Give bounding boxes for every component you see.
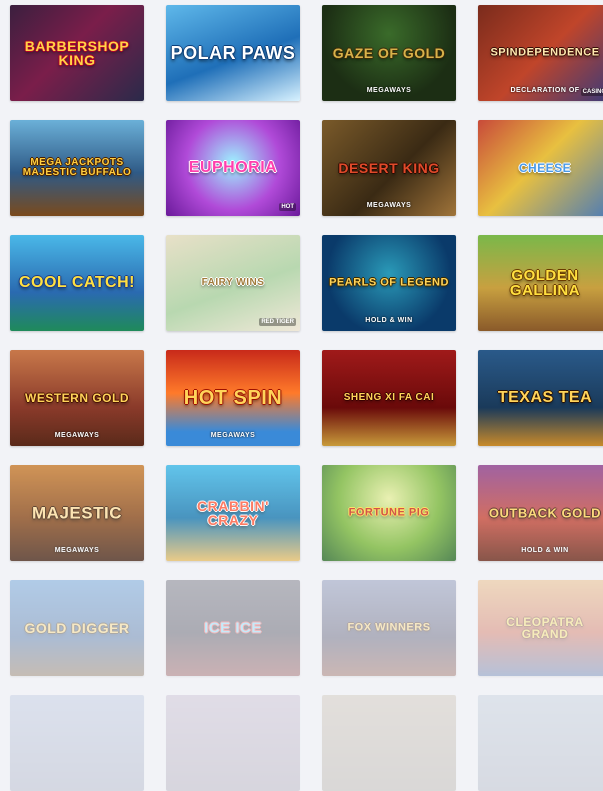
game-title: Sheng Xi Fa Cai <box>343 392 435 403</box>
game-tile-ice-ice[interactable]: Ice Ice <box>166 580 300 676</box>
game-thumbnail <box>10 695 144 791</box>
game-tile-gaze-of-gold[interactable]: Gaze of Gold MegaWays <box>322 5 456 101</box>
game-title: Hot Spin <box>183 387 283 409</box>
game-tile-fairy-wins[interactable]: Fairy Wins Red Tiger <box>166 235 300 331</box>
game-title: Polar Paws <box>170 43 296 63</box>
game-title: Euphoria <box>188 159 278 176</box>
game-thumbnail <box>478 695 603 791</box>
game-title: Cleopatra Grand <box>506 615 584 641</box>
game-tile-golden-gallina[interactable]: Golden Gallina <box>478 235 603 331</box>
game-title: Desert King <box>338 160 440 176</box>
game-tile-fox-wins[interactable]: Fox Winners <box>322 580 456 676</box>
game-subtitle: MegaWays <box>366 202 412 209</box>
provider-badge: Red Tiger <box>259 318 296 326</box>
game-grid: Barbershop King Polar Paws Gaze of Gold Meg… <box>10 5 603 791</box>
game-title: Texas Tea <box>497 389 593 406</box>
game-tile-pearls-of-legend[interactable]: Pearls of Legend Hold & Win <box>322 235 456 331</box>
game-tile-tarzan-king[interactable]: Desert King MegaWays <box>322 120 456 216</box>
game-title: Ice Ice <box>204 619 262 637</box>
game-subtitle: MegaWays <box>210 432 256 439</box>
provider-badge: Hot <box>279 203 296 211</box>
game-tile-row7-a[interactable] <box>10 695 144 791</box>
game-title: Gold Digger <box>24 620 130 636</box>
game-thumbnail <box>166 695 300 791</box>
game-title: Cool Catch! <box>18 274 135 291</box>
game-tile-row7-b[interactable] <box>166 695 300 791</box>
game-title: Majestic <box>32 503 122 523</box>
game-title: Spindependence <box>490 46 600 59</box>
game-tile-barbershop-king[interactable]: Barbershop King <box>10 5 144 101</box>
game-subtitle: MegaWays <box>54 432 100 439</box>
game-tile-row7-c[interactable] <box>322 695 456 791</box>
game-title: Fairy Wins <box>201 277 265 288</box>
game-tile-euphoria[interactable]: Euphoria Hot <box>166 120 300 216</box>
game-title: Pearls of Legend <box>329 276 449 289</box>
game-tile-cheese[interactable]: Cheese <box>478 120 603 216</box>
game-tile-gold-digger[interactable]: Gold Digger <box>10 580 144 676</box>
game-title: Outback Gold <box>488 505 602 521</box>
game-title: Fortune Pig <box>348 506 430 519</box>
game-tile-sheng-xi-fa-cai[interactable]: Sheng Xi Fa Cai <box>322 350 456 446</box>
game-tile-row7-d[interactable] <box>478 695 603 791</box>
provider-badge: Casino <box>580 88 603 96</box>
game-subtitle: MegaWays <box>366 87 412 94</box>
game-title: Golden Gallina <box>509 267 581 299</box>
game-tile-cool-catch[interactable]: Cool Catch! <box>10 235 144 331</box>
game-tile-outback-gold[interactable]: Outback Gold Hold & Win <box>478 465 603 561</box>
game-title: Western Gold <box>25 391 129 405</box>
game-tile-texas-tea[interactable]: Texas Tea <box>478 350 603 446</box>
game-tile-polar-paws[interactable]: Polar Paws <box>166 5 300 101</box>
game-tile-crabbin-crazy[interactable]: Crabbin' Crazy <box>166 465 300 561</box>
game-subtitle: Hold & Win <box>521 547 569 554</box>
game-subtitle: MegaWays <box>54 547 100 554</box>
game-tile-cleopatra-grand[interactable]: Cleopatra Grand <box>478 580 603 676</box>
game-title: Cheese <box>518 161 572 175</box>
game-thumbnail <box>322 695 456 791</box>
game-tile-western-gold[interactable]: Western Gold MegaWays <box>10 350 144 446</box>
game-tile-majestic-buffalo[interactable]: Mega Jackpots Majestic Buffalo <box>10 120 144 216</box>
game-tile-fortune-pig[interactable]: Fortune Pig <box>322 465 456 561</box>
game-tile-hot-spin[interactable]: Hot Spin MegaWays <box>166 350 300 446</box>
game-title: Crabbin' Crazy <box>197 498 269 528</box>
game-tile-majestic-megaways[interactable]: Majestic MegaWays <box>10 465 144 561</box>
game-title: Mega Jackpots Majestic Buffalo <box>22 157 132 178</box>
game-tile-spindependence[interactable]: SpindependenceDeclaration ofCasino <box>478 5 603 101</box>
game-title: Barbershop King <box>24 38 130 68</box>
game-subtitle: Hold & Win <box>365 317 413 324</box>
game-title: Fox Winners <box>347 621 431 634</box>
game-title: Gaze of Gold <box>332 45 446 61</box>
